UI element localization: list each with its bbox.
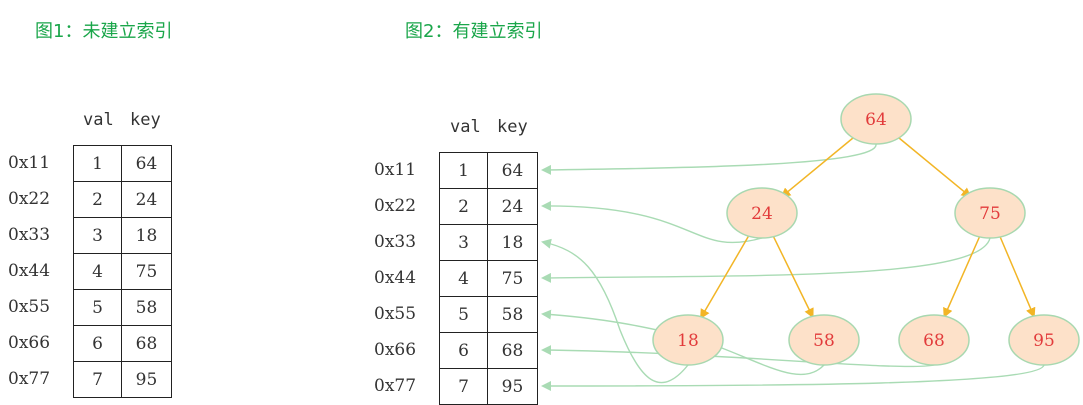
row-pointer [541, 345, 935, 368]
tree-node-label: 75 [979, 204, 1001, 224]
row-pointer [541, 364, 1045, 391]
tree-node: 58 [788, 314, 860, 366]
tree-edge [997, 232, 1036, 318]
tree-node-label: 24 [751, 204, 773, 224]
tree-node: 18 [652, 314, 724, 366]
tree-edge [892, 132, 972, 198]
row-pointer [541, 238, 689, 384]
tree-node-label: 68 [923, 331, 945, 351]
tree-node-label: 64 [865, 110, 887, 130]
tree-node: 95 [1008, 314, 1080, 366]
fig2-index-tree: 64 24 75 18 58 68 95 [541, 93, 1080, 391]
tree-node: 64 [840, 93, 912, 145]
tree-node-label: 18 [677, 331, 699, 351]
tree-node-label: 58 [813, 331, 835, 351]
tree-node-label: 95 [1033, 331, 1055, 351]
tree-edge [780, 132, 860, 198]
tree-node: 75 [954, 187, 1026, 239]
row-pointer [541, 237, 991, 283]
tree-edge [943, 232, 982, 319]
row-pointer [541, 143, 877, 175]
tree-node: 24 [726, 187, 798, 239]
tree-node: 68 [898, 314, 970, 366]
tree-edge [700, 231, 752, 320]
